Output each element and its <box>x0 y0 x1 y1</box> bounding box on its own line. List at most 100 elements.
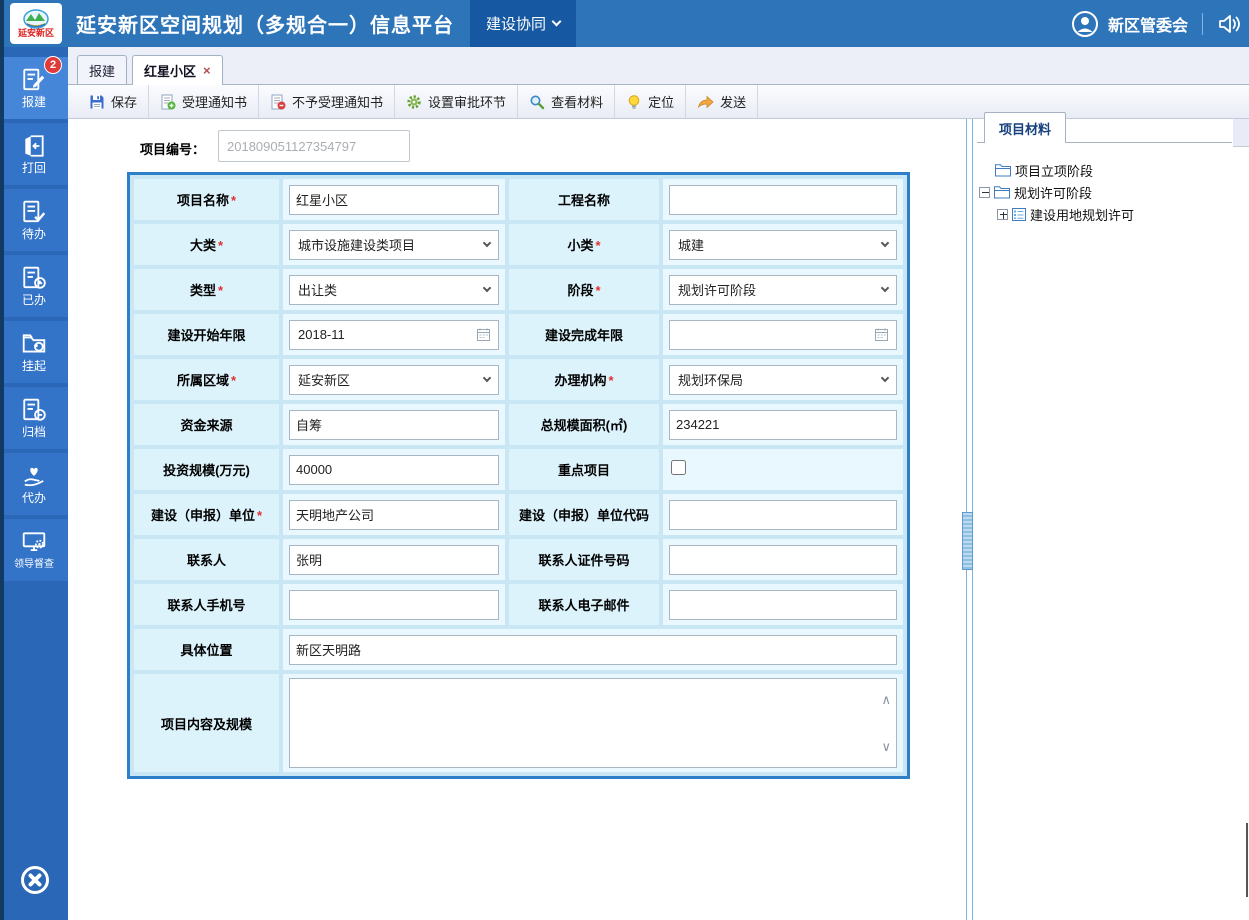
contact-id-number-input[interactable] <box>669 545 897 575</box>
scroll-down-icon[interactable]: ∨ <box>881 740 891 753</box>
tree-item-label: 项目立项阶段 <box>1015 161 1093 180</box>
calendar-icon <box>477 328 490 341</box>
collapse-icon[interactable] <box>979 187 990 198</box>
field-label: 大类* <box>134 224 279 265</box>
speaker-icon[interactable] <box>1217 13 1241 35</box>
scroll-up-icon[interactable]: ∧ <box>881 693 891 706</box>
contact-phone-input[interactable] <box>289 590 499 620</box>
tree-item-label: 建设用地规划许可 <box>1030 205 1134 224</box>
tab-label: 红星小区 <box>144 61 196 80</box>
handling-agency-select[interactable]: 规划环保局 <box>669 365 897 395</box>
save-button[interactable]: 保存 <box>78 85 149 118</box>
hand-heart-icon <box>21 463 47 489</box>
tab-baojian[interactable]: 报建 <box>77 55 127 84</box>
start-year-date-input[interactable]: 2018-11 <box>289 320 499 350</box>
bulb-icon <box>626 94 642 110</box>
sidebar-item-daiban-agency[interactable]: 代办 <box>0 453 68 515</box>
left-edge-strip <box>0 0 4 920</box>
sidebar-item-label: 领导督查 <box>14 558 54 571</box>
tab-hongxing-xiaoqu[interactable]: 红星小区 × <box>132 55 223 85</box>
investment-scale-input[interactable] <box>289 455 499 485</box>
scrollbar-thumb[interactable] <box>1246 823 1248 897</box>
nav-dropdown-construction-collab[interactable]: 建设协同 <box>470 0 576 47</box>
chevron-down-icon <box>552 17 562 27</box>
required-asterisk: * <box>218 238 223 253</box>
sidebar-item-label: 打回 <box>22 162 46 175</box>
required-asterisk: * <box>595 238 600 253</box>
doc-clock-icon <box>21 265 47 291</box>
contact-email-input[interactable] <box>669 590 897 620</box>
field-label: 资金来源 <box>134 404 279 445</box>
close-icon[interactable]: × <box>203 65 211 77</box>
contact-name-input[interactable] <box>289 545 499 575</box>
right-scrollbar-track[interactable] <box>1233 119 1249 920</box>
monitor-gear-icon <box>21 529 47 555</box>
set-approval-steps-button[interactable]: 设置审批环节 <box>395 85 518 118</box>
project-name-input[interactable] <box>289 185 499 215</box>
doc-edit-icon <box>21 67 47 93</box>
tree-item-planning-permit-stage[interactable]: 规划许可阶段 <box>977 181 1232 203</box>
required-asterisk: * <box>257 508 262 523</box>
sidebar-item-yiban-done[interactable]: 已办 <box>0 255 68 317</box>
view-materials-button[interactable]: 查看材料 <box>518 85 615 118</box>
engineering-name-input[interactable] <box>669 185 897 215</box>
region-select[interactable]: 延安新区 <box>289 365 499 395</box>
required-asterisk: * <box>231 373 236 388</box>
sidebar-item-daiban-todo[interactable]: 待办 <box>0 189 68 251</box>
location-input[interactable] <box>289 635 897 665</box>
door-return-icon <box>21 133 47 159</box>
stage-select[interactable]: 规划许可阶段 <box>669 275 897 305</box>
materials-panel: 项目材料 项目立项阶段 规划许可阶段 建设用地规划许可 <box>977 112 1232 225</box>
doc-archive-icon <box>21 397 47 423</box>
sidebar-item-guaqi-suspend[interactable]: 挂起 <box>0 321 68 383</box>
field-label: 项目名称* <box>134 179 279 220</box>
locate-button[interactable]: 定位 <box>615 85 686 118</box>
total-area-input[interactable] <box>669 410 897 440</box>
sidebar-item-label: 待办 <box>22 228 46 241</box>
sidebar-item-label: 归档 <box>22 426 46 439</box>
folder-hold-icon <box>21 331 47 357</box>
expand-icon[interactable] <box>997 209 1008 220</box>
button-label: 设置审批环节 <box>428 92 506 111</box>
key-project-checkbox[interactable] <box>671 460 686 475</box>
project-content-textarea[interactable]: ∧ ∨ <box>289 678 897 768</box>
tab-project-materials[interactable]: 项目材料 <box>984 112 1066 143</box>
applicant-unit-input[interactable] <box>289 500 499 530</box>
materials-panel-tabbar: 项目材料 <box>977 112 1232 143</box>
project-number-field[interactable] <box>218 130 410 162</box>
major-category-select[interactable]: 城市设施建设类项目 <box>289 230 499 260</box>
chevron-down-icon <box>881 373 889 381</box>
tree-item-construction-land-permit[interactable]: 建设用地规划许可 <box>977 203 1232 225</box>
field-label: 建设完成年限 <box>509 314 659 355</box>
sidebar-item-lingdao-duzha[interactable]: 领导督查 <box>0 519 68 581</box>
field-label: 总规模面积(㎡) <box>509 404 659 445</box>
minor-category-select[interactable]: 城建 <box>669 230 897 260</box>
chevron-down-icon <box>881 283 889 291</box>
close-all-icon[interactable] <box>18 863 52 897</box>
type-select[interactable]: 出让类 <box>289 275 499 305</box>
required-asterisk: * <box>595 283 600 298</box>
user-name[interactable]: 新区管委会 <box>1108 12 1188 36</box>
applicant-unit-code-input[interactable] <box>669 500 897 530</box>
emblem-mountains-icon <box>23 9 49 29</box>
send-button[interactable]: 发送 <box>686 85 758 118</box>
avatar-icon <box>1072 11 1098 37</box>
sidebar-item-guidang-archive[interactable]: 归档 <box>0 387 68 449</box>
page-title: 延安新区空间规划（多规合一）信息平台 <box>76 0 454 47</box>
splitter-grip[interactable] <box>962 512 973 570</box>
gear-icon <box>406 94 422 110</box>
field-label: 类型* <box>134 269 279 310</box>
button-label: 发送 <box>720 92 746 111</box>
rejection-notice-button[interactable]: 不予受理通知书 <box>259 85 395 118</box>
chevron-down-icon <box>881 238 889 246</box>
acceptance-notice-button[interactable]: 受理通知书 <box>149 85 259 118</box>
sidebar-item-dahui[interactable]: 打回 <box>0 123 68 185</box>
tree-item-project-initiation-stage[interactable]: 项目立项阶段 <box>977 159 1232 181</box>
project-number-label: 项目编号： <box>140 139 205 158</box>
tab-label: 报建 <box>89 61 115 80</box>
save-icon <box>89 94 105 110</box>
funding-source-input[interactable] <box>289 410 499 440</box>
logo-text: 延安新区 <box>18 29 54 38</box>
finish-year-date-input[interactable] <box>669 320 897 350</box>
search-icon <box>529 94 545 110</box>
